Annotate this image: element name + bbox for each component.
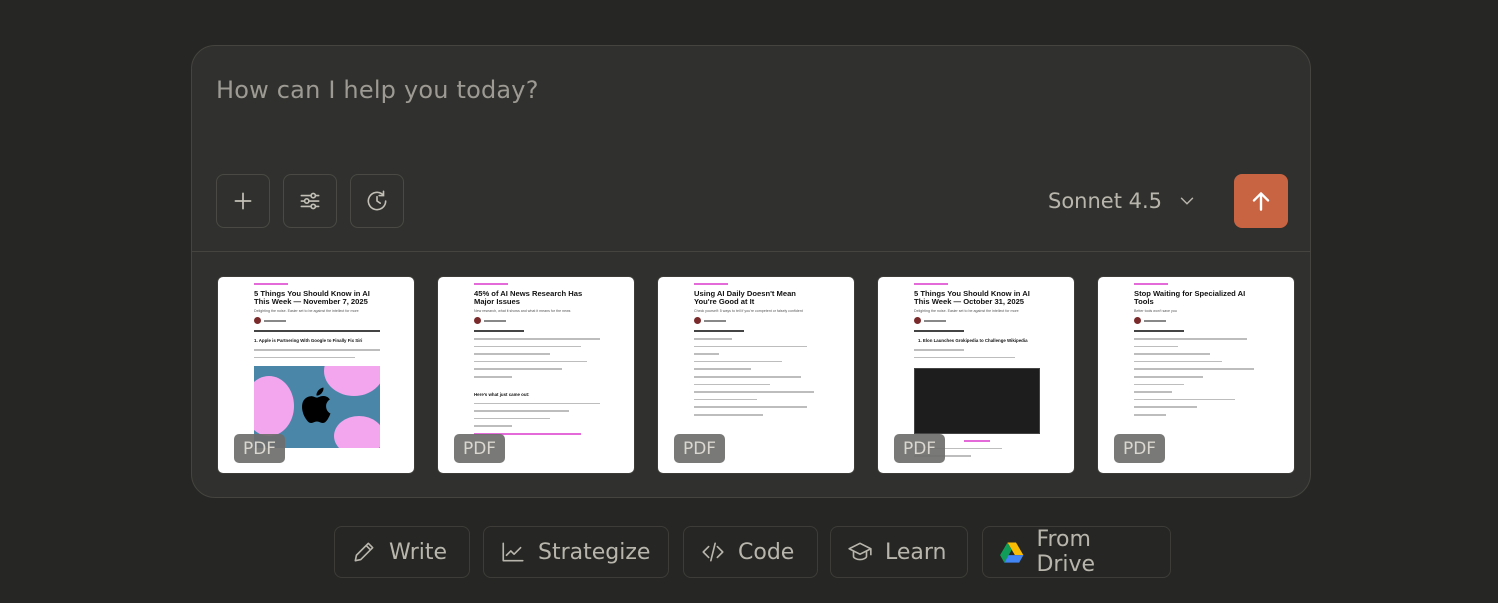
suggestion-label: Code bbox=[738, 539, 795, 565]
code-icon bbox=[702, 542, 724, 562]
sliders-icon bbox=[300, 192, 320, 210]
graduation-cap-icon bbox=[848, 542, 872, 561]
model-selector[interactable]: Sonnet 4.5 bbox=[1048, 186, 1198, 216]
suggestion-write[interactable]: Write bbox=[334, 526, 470, 578]
pdf-preview: 45% of AI News Research Has Major Issues… bbox=[474, 283, 600, 435]
suggestion-label: Write bbox=[389, 539, 448, 565]
attachment-pdf[interactable]: 5 Things You Should Know in AI This Week… bbox=[877, 276, 1075, 474]
arrow-up-icon bbox=[1252, 192, 1270, 211]
clock-history-icon bbox=[367, 190, 387, 211]
suggestion-learn[interactable]: Learn bbox=[830, 526, 968, 578]
chart-line-icon bbox=[502, 542, 524, 562]
attachment-title: 5 Things You Should Know in AI This Week… bbox=[254, 289, 370, 306]
pdf-preview: Stop Waiting for Specialized AI Tools Be… bbox=[1134, 283, 1260, 416]
pdf-preview: 5 Things You Should Know in AI This Week… bbox=[914, 283, 1040, 457]
pdf-badge: PDF bbox=[234, 434, 285, 463]
suggestion-strategize[interactable]: Strategize bbox=[483, 526, 669, 578]
attachment-pdf[interactable]: Stop Waiting for Specialized AI Tools Be… bbox=[1097, 276, 1295, 474]
chat-composer: How can I help you today? Sonnet 4.5 5 T… bbox=[191, 45, 1311, 498]
attachment-title: 5 Things You Should Know in AI This Week… bbox=[914, 289, 1030, 306]
apple-logo-icon bbox=[302, 387, 331, 424]
history-button[interactable] bbox=[350, 174, 404, 228]
suggestion-code[interactable]: Code bbox=[683, 526, 818, 578]
grokipedia-screenshot bbox=[914, 368, 1040, 435]
send-button[interactable] bbox=[1234, 174, 1288, 228]
pdf-preview: 5 Things You Should Know in AI This Week… bbox=[254, 283, 380, 449]
google-drive-icon bbox=[1000, 542, 1024, 563]
pdf-badge: PDF bbox=[674, 434, 725, 463]
attachment-title: 45% of AI News Research Has Major Issues bbox=[474, 289, 583, 306]
prompt-input[interactable]: How can I help you today? bbox=[216, 76, 539, 104]
attachment-pdf[interactable]: 45% of AI News Research Has Major Issues… bbox=[437, 276, 635, 474]
settings-button[interactable] bbox=[283, 174, 337, 228]
attachment-section: 1. Elon Launches Grokipedia to Challenge… bbox=[918, 338, 1028, 343]
divider bbox=[192, 251, 1310, 252]
suggestion-label: From Drive bbox=[1036, 527, 1096, 577]
pdf-badge: PDF bbox=[454, 434, 505, 463]
attachment-title: Using AI Daily Doesn't Mean You're Good … bbox=[694, 289, 796, 306]
pdf-preview: Using AI Daily Doesn't Mean You're Good … bbox=[694, 283, 820, 416]
pdf-badge: PDF bbox=[1114, 434, 1165, 463]
attachment-pdf[interactable]: Using AI Daily Doesn't Mean You're Good … bbox=[657, 276, 855, 474]
plus-icon bbox=[234, 192, 252, 210]
suggestion-from-drive[interactable]: From Drive bbox=[982, 526, 1171, 578]
suggestion-label: Strategize bbox=[538, 539, 651, 565]
suggestion-label: Learn bbox=[885, 539, 947, 565]
pencil-icon bbox=[354, 542, 374, 562]
attachment-title: Stop Waiting for Specialized AI Tools bbox=[1134, 289, 1246, 306]
attachment-pdf[interactable]: 5 Things You Should Know in AI This Week… bbox=[217, 276, 415, 474]
chevron-down-icon bbox=[1180, 197, 1194, 205]
add-button[interactable] bbox=[216, 174, 270, 228]
pdf-badge: PDF bbox=[894, 434, 945, 463]
model-name: Sonnet 4.5 bbox=[1048, 189, 1163, 213]
attachment-section: Here's what just came out: bbox=[474, 391, 530, 397]
attachment-section: 1. Apple is Partnering With Google to Fi… bbox=[254, 338, 363, 343]
